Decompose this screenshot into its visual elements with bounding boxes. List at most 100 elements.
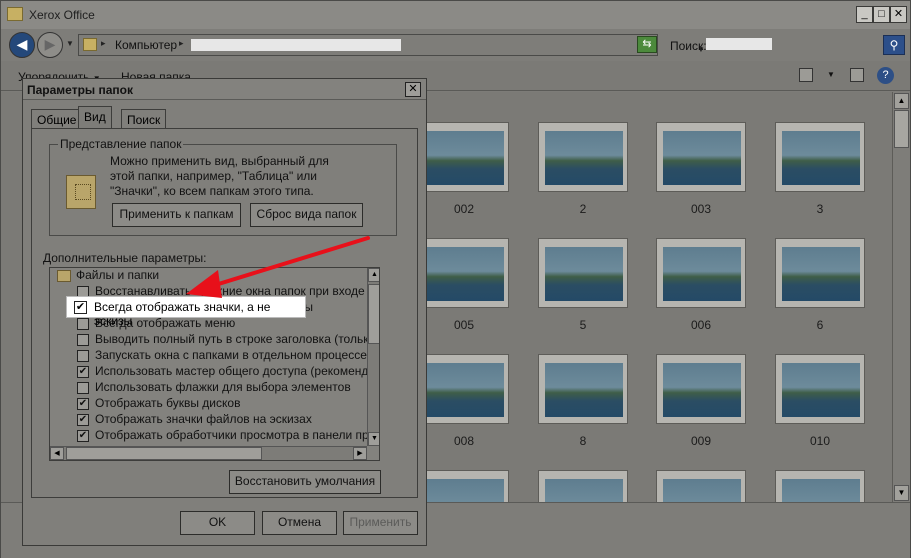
landscape-image <box>545 131 623 185</box>
checkbox-checked[interactable]: ✔ <box>77 430 89 442</box>
option-label: Использовать мастер общего доступа (реко… <box>95 364 380 378</box>
tree-hscroll-thumb[interactable] <box>66 447 262 460</box>
thumbnail-label: 005 <box>453 318 475 332</box>
thumbnail-frame <box>419 238 509 308</box>
tab-general[interactable]: Общие <box>31 109 83 128</box>
scroll-thumb[interactable] <box>894 110 909 148</box>
cancel-button[interactable]: Отмена <box>262 511 337 535</box>
landscape-image <box>663 363 741 417</box>
thumbnail-label: 003 <box>690 202 712 216</box>
checkbox-checked[interactable]: ✔ <box>77 414 89 426</box>
redacted-path <box>191 39 401 51</box>
forward-button[interactable]: ▶ <box>37 32 63 58</box>
recent-pages-dropdown-icon[interactable]: ▼ <box>66 39 74 48</box>
vertical-scrollbar[interactable]: ▲ ▼ <box>892 92 910 502</box>
thumbnail-item[interactable]: 005 <box>419 238 509 332</box>
close-button[interactable]: ✕ <box>890 6 907 23</box>
search-input[interactable] <box>706 38 772 50</box>
back-button[interactable]: ◀ <box>9 32 35 58</box>
thumbnail-label: 008 <box>453 434 475 448</box>
thumbnail-item[interactable]: 002 <box>419 122 509 216</box>
checkbox-checked[interactable]: ✔ <box>77 398 89 410</box>
thumbnail-frame <box>538 238 628 308</box>
dialog-close-button[interactable]: ✕ <box>405 82 421 97</box>
folder-icon <box>57 270 71 282</box>
maximize-button[interactable]: □ <box>873 6 890 23</box>
checkbox[interactable] <box>77 350 89 362</box>
landscape-image <box>782 131 860 185</box>
thumbnail-label: 002 <box>453 202 475 216</box>
tree-horizontal-scrollbar[interactable]: ◀ ▶ <box>50 446 367 460</box>
address-bar[interactable]: ▸ Компьютер ▸ ▼ <box>78 34 705 56</box>
tree-scroll-thumb[interactable] <box>368 284 379 344</box>
chevron-right-icon[interactable]: ▸ <box>101 38 106 49</box>
thumbnail-label: 6 <box>816 318 824 332</box>
scroll-down-icon[interactable]: ▼ <box>894 485 909 501</box>
thumbnail-item[interactable]: 008 <box>419 354 509 448</box>
reset-folders-button[interactable]: Сброс вида папок <box>250 203 363 227</box>
highlighted-option-label: Всегда отображать значки, а не эскизы <box>94 300 271 328</box>
apply-button[interactable]: Применить <box>343 511 418 535</box>
chevron-right-icon[interactable]: ▸ <box>179 38 184 49</box>
scroll-left-icon[interactable]: ◀ <box>50 447 64 460</box>
thumbnail-label: 5 <box>579 318 587 332</box>
folder-views-icon <box>66 175 96 209</box>
title-bar: Xerox Office _ □ ✕ <box>1 1 910 29</box>
minimize-button[interactable]: _ <box>856 6 873 23</box>
checkbox-checked[interactable]: ✔ <box>77 366 89 378</box>
tree-root-label: Файлы и папки <box>76 268 160 282</box>
tree-vertical-scrollbar[interactable]: ▲ ▼ <box>367 268 379 446</box>
scroll-up-icon[interactable]: ▲ <box>894 93 909 109</box>
thumbnail-item[interactable]: 6 <box>775 238 865 332</box>
highlighted-option[interactable]: ✔ Всегда отображать значки, а не эскизы <box>66 296 306 328</box>
thumbnail-item[interactable]: 2 <box>538 122 628 216</box>
search-icon[interactable]: ⚲ <box>883 35 905 55</box>
checkbox[interactable] <box>77 382 89 394</box>
advanced-settings-label: Дополнительные параметры: <box>43 251 207 265</box>
landscape-image <box>545 247 623 301</box>
option-label: Использовать флажки для выбора элементов <box>95 380 351 394</box>
tab-search[interactable]: Поиск <box>121 109 167 128</box>
thumbnail-item[interactable]: 003 <box>656 122 746 216</box>
folder-views-description: Можно применить вид, выбранный для этой … <box>110 154 329 198</box>
landscape-image <box>426 131 504 185</box>
tab-view[interactable]: Вид <box>78 106 112 129</box>
landscape-image <box>663 247 741 301</box>
scroll-right-icon[interactable]: ▶ <box>353 447 367 460</box>
search-label: Поиск: <box>670 39 707 53</box>
thumbnail-item[interactable]: 3 <box>775 122 865 216</box>
thumbnail-frame <box>656 122 746 192</box>
ok-button[interactable]: OK <box>180 511 255 535</box>
thumbnail-frame <box>419 122 509 192</box>
thumbnail-item[interactable]: 5 <box>538 238 628 332</box>
address-row: ◀ ▶ ▼ ▸ Компьютер ▸ ▼ ⇆ Поиск: ⚲ <box>1 29 910 61</box>
thumbnail-frame <box>538 122 628 192</box>
option-label: Запускать окна с папками в отдельном про… <box>95 348 367 362</box>
landscape-image <box>663 131 741 185</box>
thumbnail-item[interactable]: 006 <box>656 238 746 332</box>
checkbox[interactable] <box>77 334 89 346</box>
thumbnail-item[interactable]: 8 <box>538 354 628 448</box>
views-icon[interactable] <box>799 68 813 82</box>
option-label: Отображать значки файлов на эскизах <box>95 412 312 426</box>
checkbox[interactable] <box>77 318 89 330</box>
checkbox-checked[interactable]: ✔ <box>74 301 87 314</box>
thumbnail-label: 2 <box>579 202 587 216</box>
apply-to-folders-button[interactable]: Применить к папкам <box>112 203 241 227</box>
help-icon[interactable]: ? <box>877 67 894 84</box>
thumbnail-label: 009 <box>690 434 712 448</box>
scroll-down-icon[interactable]: ▼ <box>368 432 379 446</box>
folder-icon <box>7 7 23 21</box>
thumbnail-frame <box>775 122 865 192</box>
dialog-title: Параметры папок <box>27 83 133 97</box>
refresh-button[interactable]: ⇆ <box>637 36 657 53</box>
breadcrumb-computer[interactable]: Компьютер <box>115 38 177 52</box>
thumbnail-label: 3 <box>816 202 824 216</box>
scroll-up-icon[interactable]: ▲ <box>368 268 379 282</box>
thumbnail-item[interactable]: 010 <box>775 354 865 448</box>
preview-pane-icon[interactable] <box>850 68 864 82</box>
views-dropdown-icon[interactable]: ▼ <box>827 70 835 79</box>
thumbnail-item[interactable]: 009 <box>656 354 746 448</box>
thumbnail-frame <box>419 354 509 424</box>
restore-defaults-button[interactable]: Восстановить умолчания <box>229 470 381 494</box>
